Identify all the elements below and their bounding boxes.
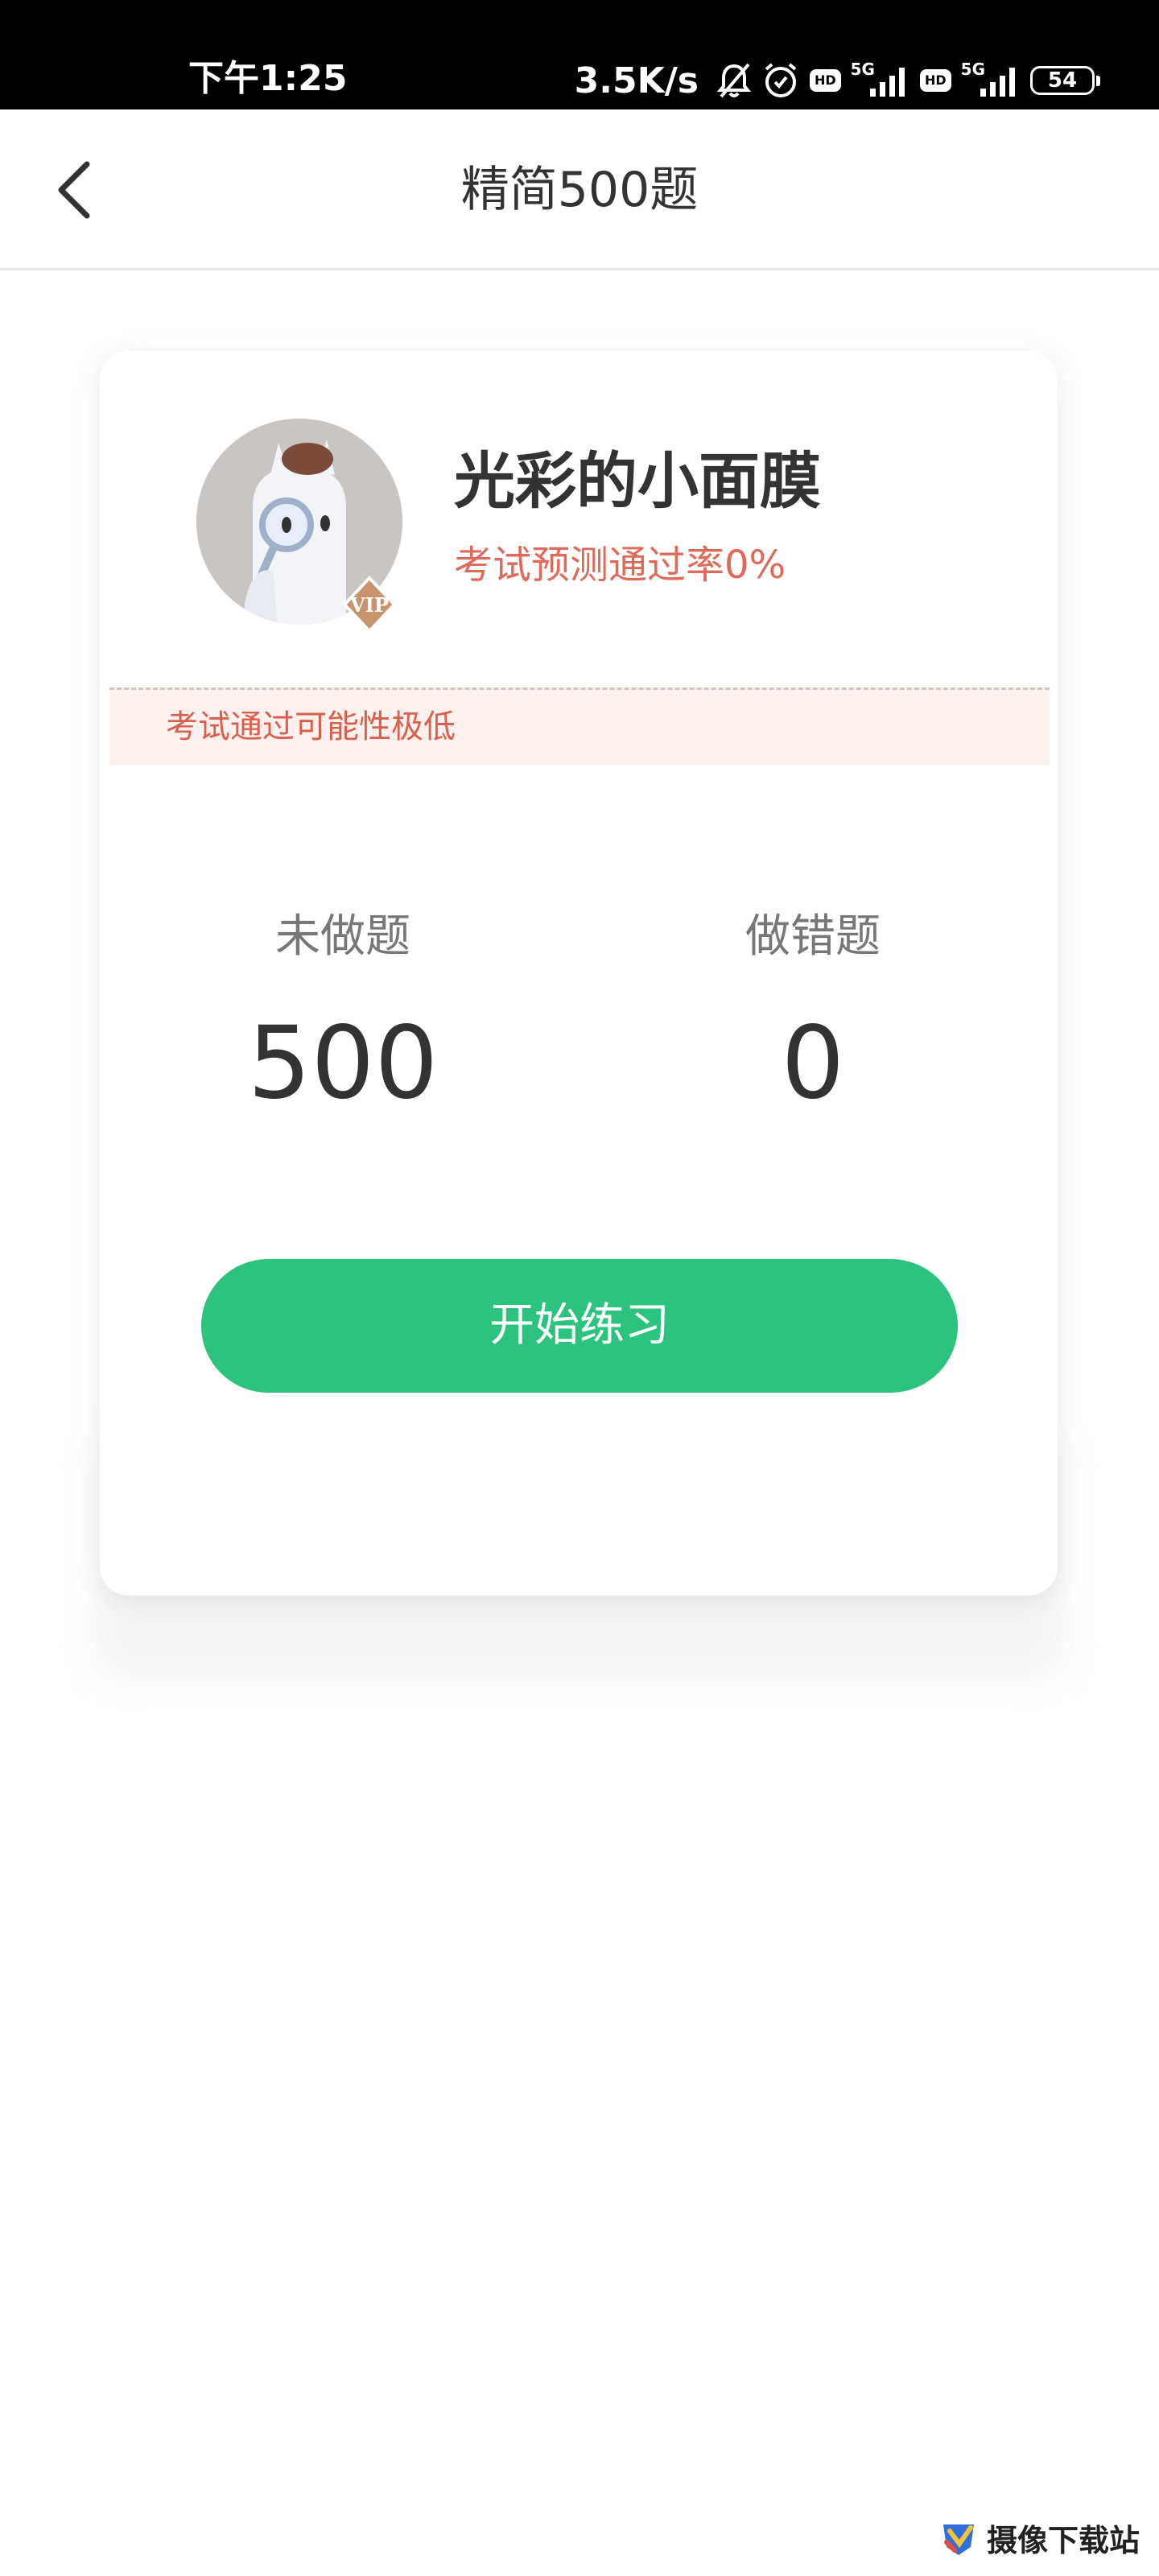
status-time: 下午1:25 xyxy=(188,58,348,99)
hd-icon: HD xyxy=(919,69,951,92)
vip-badge-icon: VIP xyxy=(340,575,399,634)
wrong-count[interactable]: 0 xyxy=(668,1003,958,1124)
warning-banner: 考试通过可能性极低 xyxy=(109,687,1050,765)
undone-label: 未做题 xyxy=(275,910,410,963)
signal-icon: 5G xyxy=(961,60,1021,97)
watermark-text: 摄像下载站 xyxy=(986,2522,1140,2558)
bell-muted-icon xyxy=(716,61,752,100)
pass-rate-text: 考试预测通过率0% xyxy=(454,543,786,588)
battery-icon: 54 xyxy=(1030,66,1100,95)
battery-level: 54 xyxy=(1047,68,1078,93)
network-speed: 3.5K/s xyxy=(574,60,699,101)
warning-text: 考试通过可能性极低 xyxy=(166,708,456,745)
page-title: 精简500题 xyxy=(460,162,699,218)
network-type-label: 5G xyxy=(850,60,875,79)
watermark-logo-icon xyxy=(942,2524,974,2555)
signal-icon: 5G xyxy=(851,60,910,97)
undone-count[interactable]: 500 xyxy=(198,1003,488,1124)
network-type-label: 5G xyxy=(960,60,985,79)
vip-badge-text: VIP xyxy=(349,593,389,617)
wrong-label: 做错题 xyxy=(745,910,881,963)
start-practice-button[interactable]: 开始练习 xyxy=(201,1259,958,1393)
exam-card: VIP 光彩的小面膜 考试预测通过率0% 考试通过可能性极低 未做题 500 做… xyxy=(100,351,1058,1596)
user-name: 光彩的小面膜 xyxy=(454,445,821,517)
hd-icon: HD xyxy=(809,69,841,92)
status-icons: 3.5K/s HD 5G HD 5G 54 xyxy=(574,55,1100,106)
watermark: 摄像下载站 xyxy=(938,2516,1140,2560)
status-bar: 下午1:25 3.5K/s HD 5G HD 5G 54 xyxy=(0,0,1159,109)
alarm-icon xyxy=(761,61,800,100)
navigation-bar: 精简500题 xyxy=(0,109,1159,270)
